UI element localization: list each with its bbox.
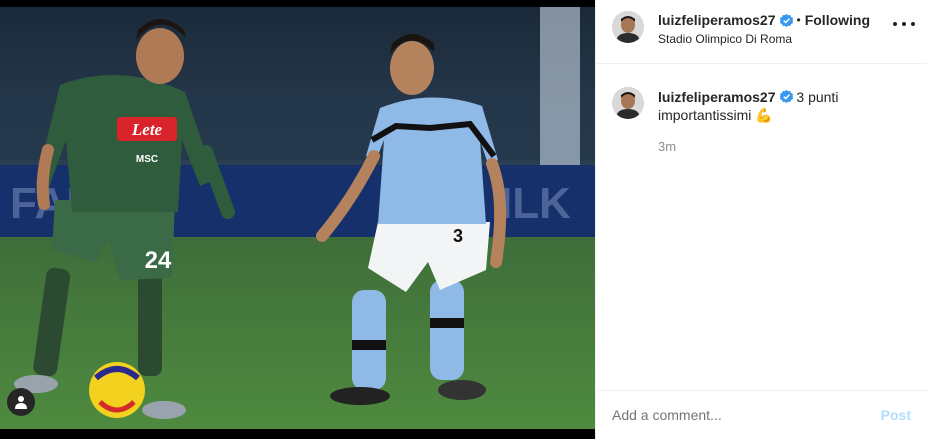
flexed-biceps-emoji: 💪 [755, 107, 773, 123]
sponsor-text: Lete [131, 120, 163, 139]
post-author-username[interactable]: luizfeliperamos27 [658, 12, 776, 28]
post-location[interactable]: Stadio Olimpico Di Roma [658, 32, 911, 46]
sponsor-sub-text: MSC [136, 154, 158, 165]
football-match-photo: FAKEN ILK Lete MSC 24 [0, 0, 595, 439]
separator-dot: • [796, 13, 801, 27]
post-caption: luizfeliperamos27 3 punti importantissim… [596, 64, 927, 156]
post-container: FAKEN ILK Lete MSC 24 [0, 0, 927, 439]
verified-badge-icon [779, 90, 793, 103]
post-comment-button[interactable]: Post [881, 407, 911, 423]
post-photo[interactable]: FAKEN ILK Lete MSC 24 [0, 0, 595, 439]
user-tag-button[interactable] [7, 388, 35, 416]
following-button[interactable]: Following [805, 12, 870, 28]
comment-input[interactable] [612, 407, 881, 423]
avatar[interactable] [612, 11, 644, 43]
caption-avatar[interactable] [612, 87, 644, 119]
jersey-number-right: 3 [453, 226, 463, 246]
more-options-icon [893, 22, 897, 26]
post-timestamp[interactable]: 3m [658, 138, 888, 156]
svg-text:ILK: ILK [500, 179, 571, 228]
caption-username[interactable]: luizfeliperamos27 [658, 89, 776, 105]
comment-bar: Post [596, 390, 927, 439]
post-sidebar: luizfeliperamos27 • Following Stadio Oli… [595, 0, 927, 439]
more-options-button[interactable] [893, 16, 915, 32]
verified-badge-icon [779, 13, 793, 27]
jersey-number-left: 24 [145, 247, 172, 274]
post-header: luizfeliperamos27 • Following Stadio Oli… [596, 0, 927, 64]
profile-photo [612, 87, 644, 119]
user-tag-icon [15, 396, 27, 409]
profile-photo [612, 11, 644, 43]
